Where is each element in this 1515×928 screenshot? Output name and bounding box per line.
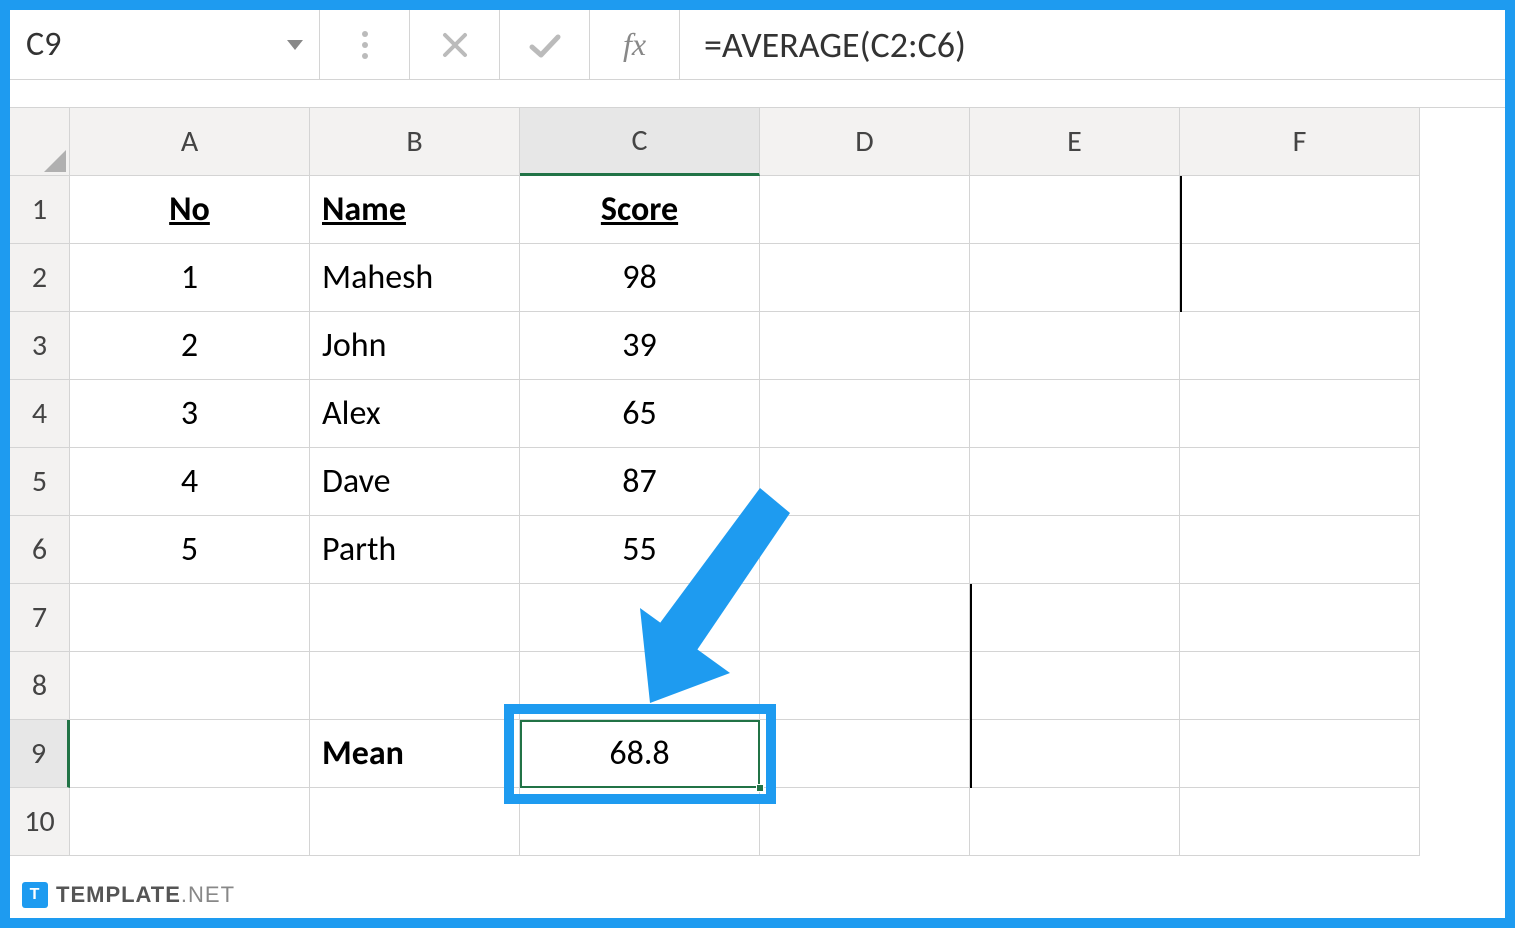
cell-F7[interactable] xyxy=(1180,584,1420,652)
cell-A2[interactable]: 1 xyxy=(70,244,310,312)
watermark-brand: TEMPLATE xyxy=(56,882,181,907)
cancel-button[interactable] xyxy=(410,10,500,79)
col-header-F[interactable]: F xyxy=(1180,108,1420,176)
row-header-5[interactable]: 5 xyxy=(10,448,70,516)
cell-E8[interactable] xyxy=(970,652,1180,720)
cell-F1[interactable] xyxy=(1180,176,1420,244)
cell-B6[interactable]: Parth xyxy=(310,516,520,584)
row-header-4[interactable]: 4 xyxy=(10,380,70,448)
cell-B4[interactable]: Alex xyxy=(310,380,520,448)
cell-F9[interactable] xyxy=(1180,720,1420,788)
col-header-C[interactable]: C xyxy=(520,108,760,176)
cell-D10[interactable] xyxy=(760,788,970,856)
cell-C4[interactable]: 65 xyxy=(520,380,760,448)
cell-A3[interactable]: 2 xyxy=(70,312,310,380)
cell-D7[interactable] xyxy=(760,584,970,652)
cell-E4[interactable] xyxy=(970,380,1180,448)
row-header-3[interactable]: 3 xyxy=(10,312,70,380)
cell-E2[interactable] xyxy=(970,244,1180,312)
row-header-8[interactable]: 8 xyxy=(10,652,70,720)
name-box-value: C9 xyxy=(26,24,287,65)
stray-border xyxy=(970,584,972,788)
spreadsheet-grid[interactable]: A B C D E F 1 No Name Score 2 1 Mahesh 9… xyxy=(10,108,1505,856)
cell-D5[interactable] xyxy=(760,448,970,516)
col-header-A[interactable]: A xyxy=(70,108,310,176)
app-frame: C9 fx =AVERAGE(C2:C6) A B C D E F xyxy=(0,0,1515,928)
cell-C6[interactable]: 55 xyxy=(520,516,760,584)
cell-C5[interactable]: 87 xyxy=(520,448,760,516)
fx-icon-label: fx xyxy=(623,26,646,63)
cell-A9[interactable] xyxy=(70,720,310,788)
col-header-B[interactable]: B xyxy=(310,108,520,176)
cell-F10[interactable] xyxy=(1180,788,1420,856)
row-header-2[interactable]: 2 xyxy=(10,244,70,312)
cell-D8[interactable] xyxy=(760,652,970,720)
cell-D2[interactable] xyxy=(760,244,970,312)
cell-E7[interactable] xyxy=(970,584,1180,652)
cell-C3[interactable]: 39 xyxy=(520,312,760,380)
cell-F8[interactable] xyxy=(1180,652,1420,720)
cell-C2[interactable]: 98 xyxy=(520,244,760,312)
row-header-1[interactable]: 1 xyxy=(10,176,70,244)
formula-text: =AVERAGE(C2:C6) xyxy=(704,23,966,67)
cell-A6[interactable]: 5 xyxy=(70,516,310,584)
cell-D4[interactable] xyxy=(760,380,970,448)
cell-F5[interactable] xyxy=(1180,448,1420,516)
cell-A5[interactable]: 4 xyxy=(70,448,310,516)
row-header-10[interactable]: 10 xyxy=(10,788,70,856)
row-header-9[interactable]: 9 xyxy=(10,720,70,788)
cell-F4[interactable] xyxy=(1180,380,1420,448)
cell-E1[interactable] xyxy=(970,176,1180,244)
watermark-logo-icon: T xyxy=(22,882,48,908)
row-header-6[interactable]: 6 xyxy=(10,516,70,584)
cell-E6[interactable] xyxy=(970,516,1180,584)
cell-C7[interactable] xyxy=(520,584,760,652)
cell-D1[interactable] xyxy=(760,176,970,244)
cell-A4[interactable]: 3 xyxy=(70,380,310,448)
name-box[interactable]: C9 xyxy=(10,10,320,79)
cell-E9[interactable] xyxy=(970,720,1180,788)
cell-C8[interactable] xyxy=(520,652,760,720)
col-header-D[interactable]: D xyxy=(760,108,970,176)
formula-bar: C9 fx =AVERAGE(C2:C6) xyxy=(10,10,1505,80)
col-header-E[interactable]: E xyxy=(970,108,1180,176)
cell-A10[interactable] xyxy=(70,788,310,856)
cell-D9[interactable] xyxy=(760,720,970,788)
cell-B9[interactable]: Mean xyxy=(310,720,520,788)
cell-F6[interactable] xyxy=(1180,516,1420,584)
cell-A7[interactable] xyxy=(70,584,310,652)
fill-handle[interactable] xyxy=(756,784,764,792)
spacer xyxy=(10,80,1505,108)
cell-F2[interactable] xyxy=(1180,244,1420,312)
enter-button[interactable] xyxy=(500,10,590,79)
cell-B2[interactable]: Mahesh xyxy=(310,244,520,312)
cell-B5[interactable]: Dave xyxy=(310,448,520,516)
fx-button[interactable]: fx xyxy=(590,10,680,79)
cell-B8[interactable] xyxy=(310,652,520,720)
cell-E3[interactable] xyxy=(970,312,1180,380)
cell-B1[interactable]: Name xyxy=(310,176,520,244)
cell-B10[interactable] xyxy=(310,788,520,856)
watermark-suffix: .NET xyxy=(181,882,235,907)
cell-C10[interactable] xyxy=(520,788,760,856)
cell-B3[interactable]: John xyxy=(310,312,520,380)
cell-D3[interactable] xyxy=(760,312,970,380)
formula-input[interactable]: =AVERAGE(C2:C6) xyxy=(680,10,1505,79)
cell-A8[interactable] xyxy=(70,652,310,720)
cell-D6[interactable] xyxy=(760,516,970,584)
cell-B7[interactable] xyxy=(310,584,520,652)
watermark: T TEMPLATE.NET xyxy=(22,882,235,908)
dropdown-icon[interactable] xyxy=(287,40,303,50)
cell-F3[interactable] xyxy=(1180,312,1420,380)
cell-C9[interactable]: 68.8 xyxy=(520,720,760,788)
cell-E10[interactable] xyxy=(970,788,1180,856)
select-all-corner[interactable] xyxy=(10,108,70,176)
cell-C1[interactable]: Score xyxy=(520,176,760,244)
more-button[interactable] xyxy=(320,10,410,79)
cell-A1[interactable]: No xyxy=(70,176,310,244)
row-header-7[interactable]: 7 xyxy=(10,584,70,652)
stray-border xyxy=(1180,176,1182,312)
cell-E5[interactable] xyxy=(970,448,1180,516)
